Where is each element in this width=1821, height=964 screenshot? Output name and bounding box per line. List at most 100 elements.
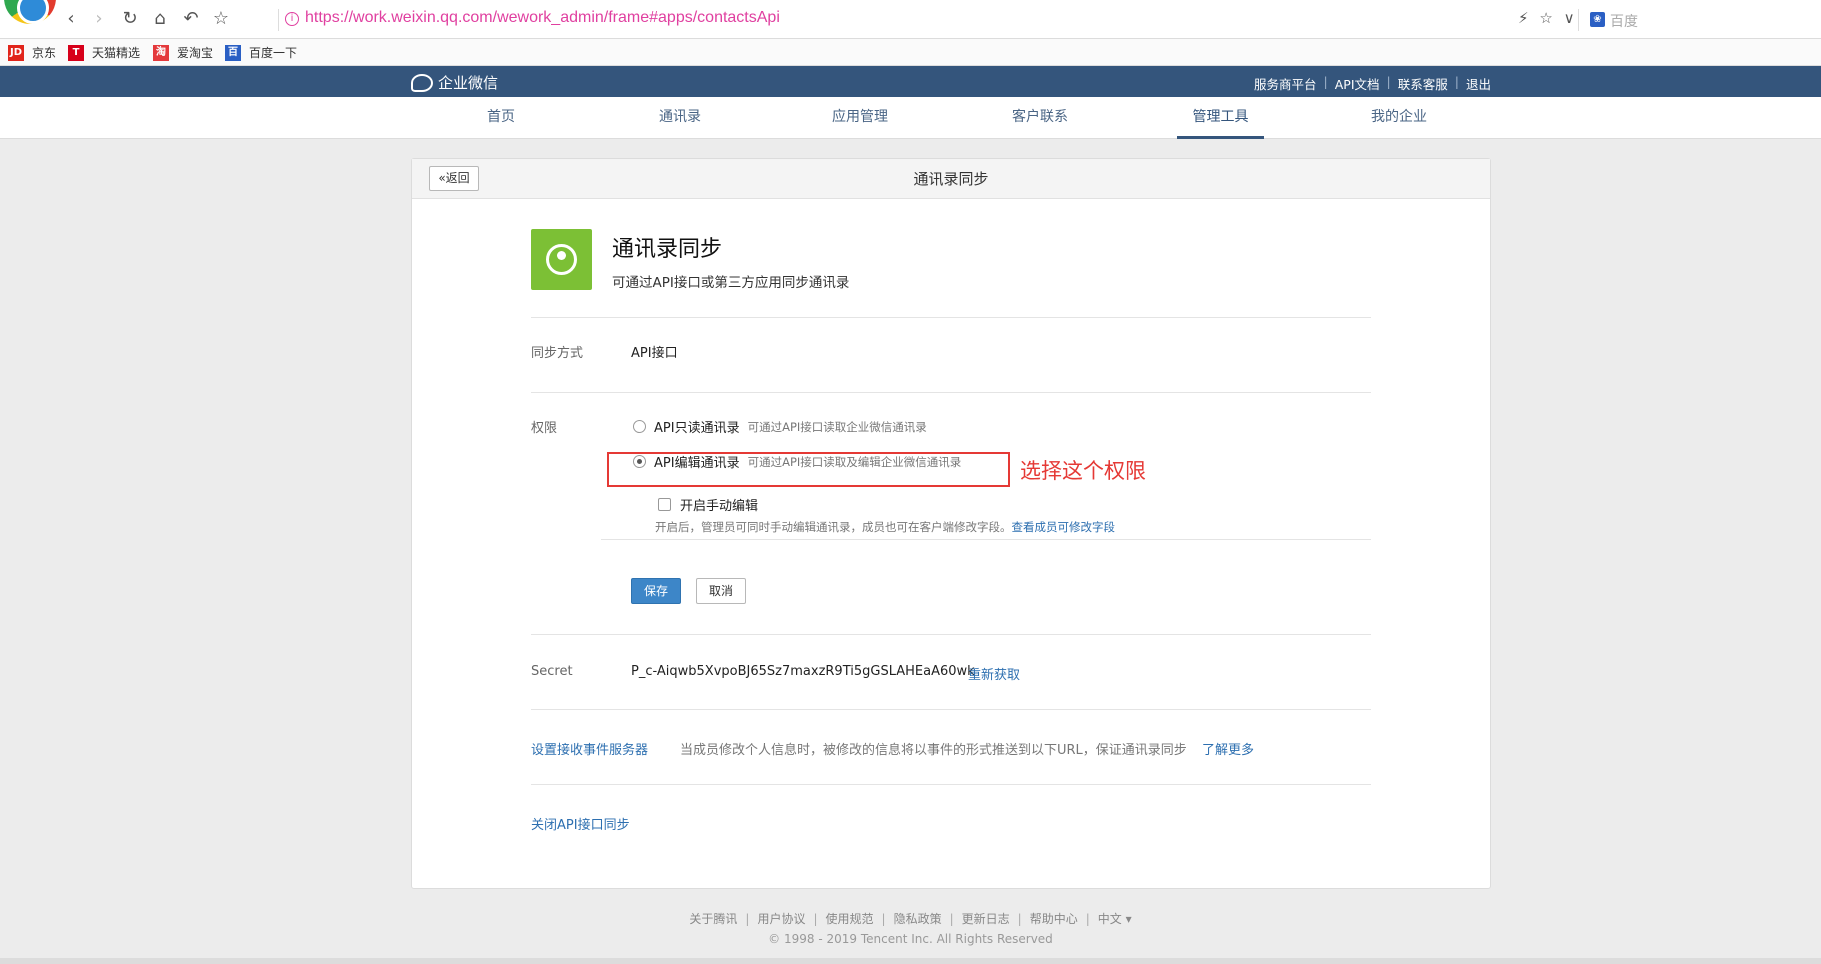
tmall-icon: T xyxy=(68,44,84,61)
manual-edit-option[interactable]: 开启手动编辑 xyxy=(658,495,758,514)
bookmark-label: 京东 xyxy=(32,46,57,60)
divider xyxy=(601,539,1371,540)
sync-method-label: 同步方式 xyxy=(531,346,584,361)
radio-button[interactable] xyxy=(633,420,646,433)
sync-method-value: API接口 xyxy=(631,346,678,361)
annotation-highlight-box xyxy=(607,452,1010,487)
option-title: API只读通讯录 xyxy=(654,421,740,436)
app-name: 通讯录同步 xyxy=(612,237,723,262)
app-header: 企业微信 服务商平台 | API文档 | 联系客服 | 退出 xyxy=(0,66,1821,97)
divider xyxy=(531,634,1371,635)
person-sync-icon xyxy=(546,244,577,275)
footer-separator: | xyxy=(881,912,886,926)
bookmarks-bar: JD 京东 T 天猫精选 淘 爱淘宝 百 百度一下 xyxy=(0,39,1821,66)
nav-contacts[interactable]: 通讯录 xyxy=(646,97,714,139)
secret-label: Secret xyxy=(531,664,573,679)
option-description: 可通过API接口读取企业微信通讯录 xyxy=(747,419,927,434)
learn-more-link[interactable]: 了解更多 xyxy=(1202,739,1254,758)
home-icon[interactable]: ⌂ xyxy=(149,8,171,30)
browser-toolbar: ‹ › ↻ ⌂ ↶ ☆ i https://work.weixin.qq.com… xyxy=(0,0,1821,39)
bookmark-star-icon[interactable]: ☆ xyxy=(1539,9,1552,27)
nav-app-management[interactable]: 应用管理 xyxy=(822,97,898,139)
footer-link-usage-rules[interactable]: 使用规范 xyxy=(826,912,874,926)
nav-management-tools[interactable]: 管理工具 xyxy=(1177,97,1264,139)
footer-separator: | xyxy=(949,912,954,926)
undo-icon[interactable]: ↶ xyxy=(180,8,202,30)
divider xyxy=(531,317,1371,318)
card-header: 通讯录同步 «返回 xyxy=(412,159,1490,199)
top-links: 服务商平台 | API文档 | 联系客服 | 退出 xyxy=(1254,74,1491,93)
chevron-down-icon[interactable]: ∨ xyxy=(1564,9,1575,27)
divider xyxy=(531,784,1371,785)
bookmark-aitaobao[interactable]: 淘 爱淘宝 xyxy=(153,44,213,61)
cancel-button[interactable]: 取消 xyxy=(696,578,746,604)
address-bar-actions: ⚡ ☆ ∨ xyxy=(1518,9,1581,27)
jd-icon: JD xyxy=(8,44,24,61)
link-separator: | xyxy=(1323,74,1328,89)
back-button[interactable]: «返回 xyxy=(429,166,479,191)
event-server-description: 当成员修改个人信息时，被修改的信息将以事件的形式推送到以下URL，保证通讯录同步 xyxy=(680,743,1187,758)
card-title: 通讯录同步 xyxy=(913,170,989,188)
link-contact-support[interactable]: 联系客服 xyxy=(1398,74,1448,93)
back-arrow-icon[interactable]: ‹ xyxy=(60,8,82,30)
contacts-sync-card: 通讯录同步 «返回 通讯录同步 可通过API接口或第三方应用同步通讯录 同步方式… xyxy=(411,158,1491,889)
annotation-text: 选择这个权限 xyxy=(1020,459,1146,483)
footer-link-privacy[interactable]: 隐私政策 xyxy=(894,912,942,926)
footer-link-about[interactable]: 关于腾讯 xyxy=(689,912,737,926)
wework-chat-icon xyxy=(411,73,433,92)
nav-customer-contact[interactable]: 客户联系 xyxy=(1002,97,1078,139)
address-separator xyxy=(278,9,279,31)
bookmark-tmall[interactable]: T 天猫精选 xyxy=(68,44,140,61)
manual-edit-label: 开启手动编辑 xyxy=(680,499,759,514)
footer-separator: | xyxy=(1085,912,1090,926)
footer-separator: | xyxy=(1017,912,1022,926)
search-input[interactable]: 百度 xyxy=(1610,11,1638,31)
footer-links: 关于腾讯 | 用户协议 | 使用规范 | 隐私政策 | 更新日志 | 帮助中心 | 中文 ▾ xyxy=(0,910,1821,927)
footer-link-user-agreement[interactable]: 用户协议 xyxy=(757,912,805,926)
bookmark-label: 爱淘宝 xyxy=(177,46,214,60)
checkbox[interactable] xyxy=(658,498,671,511)
forward-arrow-icon[interactable]: › xyxy=(88,8,110,30)
back-label: 返回 xyxy=(445,171,470,185)
nav-home[interactable]: 首页 xyxy=(467,97,535,139)
address-bar-url[interactable]: https://work.weixin.qq.com/wework_admin/… xyxy=(305,9,780,27)
main-nav: 首页 通讯录 应用管理 客户联系 管理工具 我的企业 xyxy=(0,97,1821,139)
close-api-sync-link[interactable]: 关闭API接口同步 xyxy=(531,814,630,833)
view-editable-fields-link[interactable]: 查看成员可修改字段 xyxy=(1012,520,1116,534)
link-logout[interactable]: 退出 xyxy=(1466,74,1491,93)
link-service-platform[interactable]: 服务商平台 xyxy=(1254,74,1317,93)
bookmark-baidu[interactable]: 百 百度一下 xyxy=(225,44,297,61)
permission-option-readonly[interactable]: API只读通讯录 可通过API接口读取企业微信通讯录 xyxy=(633,417,927,436)
refresh-icon[interactable]: ↻ xyxy=(119,8,141,30)
bookmark-jd[interactable]: JD 京东 xyxy=(8,44,56,61)
hint-text: 开启后，管理员可同时手动编辑通讯录，成员也可在客户端修改字段。 xyxy=(655,520,1012,534)
brand-name: 企业微信 xyxy=(438,74,499,92)
bookmark-label: 天猫精选 xyxy=(92,46,141,60)
refresh-secret-link[interactable]: 重新获取 xyxy=(968,664,1020,683)
copyright: © 1998 - 2019 Tencent Inc. All Rights Re… xyxy=(768,932,1053,946)
double-chevron-left-icon: « xyxy=(438,171,446,185)
footer-separator: | xyxy=(745,912,750,926)
language-selector[interactable]: 中文 ▾ xyxy=(1098,912,1132,926)
link-separator: | xyxy=(1386,74,1391,89)
save-button[interactable]: 保存 xyxy=(631,578,681,604)
site-info-icon[interactable]: i xyxy=(285,12,299,26)
divider xyxy=(531,392,1371,393)
bottom-bar xyxy=(0,958,1821,964)
footer-separator: | xyxy=(813,912,818,926)
event-server-link[interactable]: 设置接收事件服务器 xyxy=(531,739,648,758)
taobao-icon: 淘 xyxy=(153,44,169,61)
footer-link-help[interactable]: 帮助中心 xyxy=(1030,912,1078,926)
search-separator xyxy=(1578,9,1579,31)
nav-my-company[interactable]: 我的企业 xyxy=(1361,97,1437,139)
link-separator: | xyxy=(1454,74,1459,89)
footer-link-changelog[interactable]: 更新日志 xyxy=(962,912,1010,926)
bookmark-label: 百度一下 xyxy=(249,46,298,60)
brand-logo[interactable]: 企业微信 xyxy=(411,72,498,93)
link-api-docs[interactable]: API文档 xyxy=(1335,74,1380,93)
favorite-star-icon[interactable]: ☆ xyxy=(210,8,232,30)
contacts-sync-app-icon xyxy=(531,229,592,290)
lightning-icon[interactable]: ⚡ xyxy=(1518,9,1529,27)
baidu-icon: 百 xyxy=(225,44,241,61)
baidu-paw-icon: ❀ xyxy=(1590,12,1605,27)
